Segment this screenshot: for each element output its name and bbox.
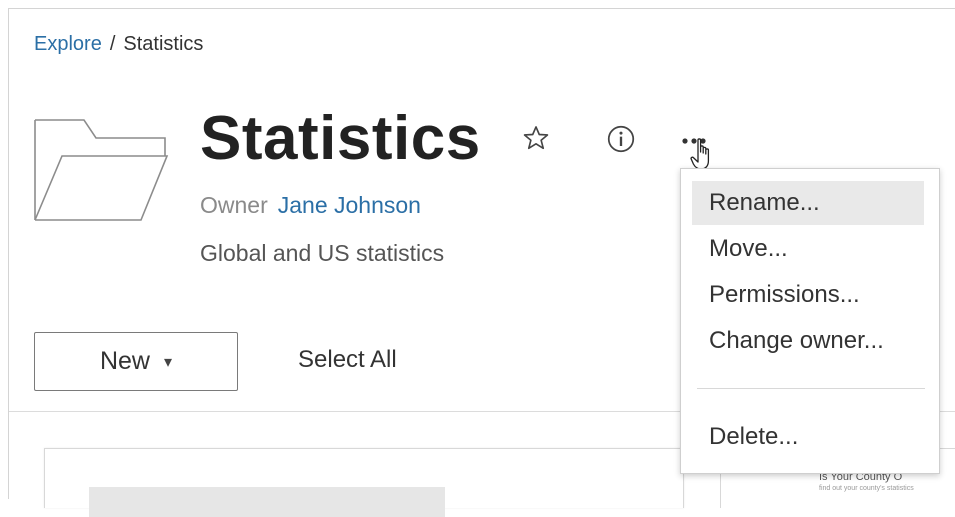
content-card[interactable]: [44, 448, 684, 517]
menu-item-rename[interactable]: Rename...: [692, 181, 924, 225]
select-all-button[interactable]: Select All: [298, 346, 397, 374]
breadcrumb: Explore / Statistics: [34, 33, 203, 56]
card-thumbnail: [89, 487, 445, 517]
chevron-down-icon: ▾: [163, 353, 173, 371]
info-icon[interactable]: [607, 125, 635, 153]
new-button-label: New: [99, 347, 150, 375]
owner-name-link[interactable]: Jane Johnson: [278, 192, 421, 218]
owner-row: Owner Jane Johnson: [200, 192, 421, 219]
menu-item-permissions[interactable]: Permissions...: [692, 273, 924, 317]
menu-item-change-owner[interactable]: Change owner...: [692, 319, 924, 363]
actions-menu: Rename... Move... Permissions... Change …: [680, 168, 940, 474]
star-icon[interactable]: [522, 124, 550, 152]
page-title: Statistics: [200, 104, 481, 173]
new-button[interactable]: New ▾: [34, 332, 238, 391]
folder-icon: [34, 119, 169, 221]
menu-divider: [697, 388, 925, 389]
card-preview-subtitle: find out your county's statistics: [819, 485, 914, 492]
menu-item-delete[interactable]: Delete...: [692, 415, 924, 459]
breadcrumb-current: Statistics: [123, 33, 204, 55]
owner-label: Owner: [200, 192, 268, 218]
breadcrumb-explore-link[interactable]: Explore: [34, 33, 102, 55]
menu-item-move[interactable]: Move...: [692, 227, 924, 271]
breadcrumb-separator: /: [109, 33, 116, 55]
project-description: Global and US statistics: [200, 240, 445, 266]
